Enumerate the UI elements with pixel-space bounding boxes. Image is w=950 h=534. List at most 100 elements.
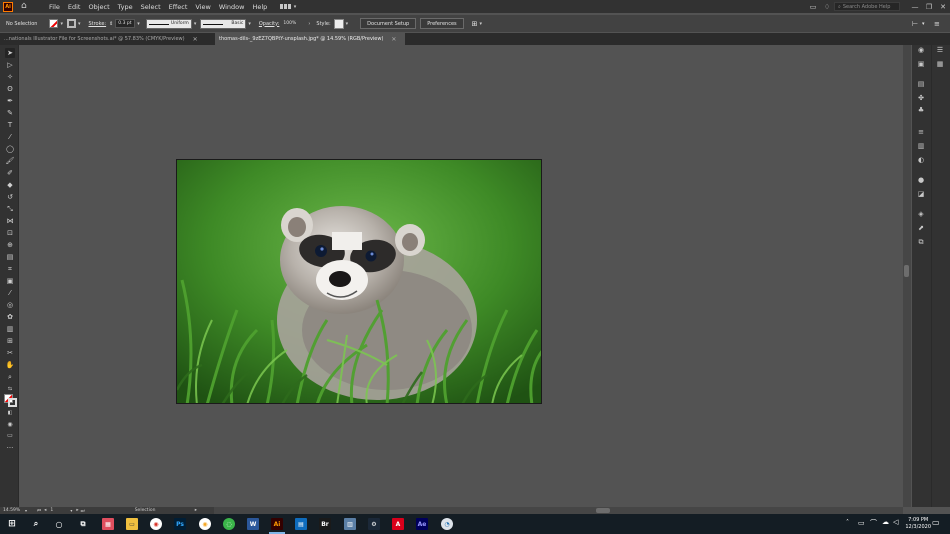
eraser-tool-icon[interactable]: ◆: [5, 180, 15, 190]
chevron-down-icon[interactable]: ▾: [60, 21, 63, 27]
after-effects-icon[interactable]: Ae: [416, 518, 428, 530]
workspace-switcher-icon[interactable]: ▾: [280, 3, 296, 10]
panel-menu-icon[interactable]: ⊢: [912, 20, 918, 28]
chevron-down-icon[interactable]: ▾: [25, 508, 27, 513]
cortana-icon[interactable]: ○: [53, 518, 65, 530]
curvature-tool-icon[interactable]: ✎: [5, 108, 15, 118]
chevron-down-icon[interactable]: ▾: [346, 21, 349, 27]
ellipse-tool-icon[interactable]: ◯: [5, 144, 15, 154]
zoom-tool-icon[interactable]: ⌕: [5, 372, 15, 382]
menu-file[interactable]: File: [49, 3, 60, 11]
cloud-app-icon[interactable]: ◔: [441, 518, 453, 530]
style-swatch[interactable]: [333, 18, 344, 29]
properties-icon[interactable]: ☰: [935, 45, 945, 55]
mesh-tool-icon[interactable]: ⌗: [5, 264, 15, 274]
selection-tool-icon[interactable]: ➤: [5, 48, 15, 58]
align-icon[interactable]: ⊞: [472, 20, 478, 28]
chevron-right-icon[interactable]: ▸: [195, 508, 197, 513]
scale-tool-icon[interactable]: ⤡: [5, 204, 15, 214]
libraries-panel-icon[interactable]: ▣: [916, 59, 926, 69]
artboard-number[interactable]: 1: [50, 508, 70, 513]
chevron-down-icon[interactable]: ▾: [78, 21, 81, 27]
artboards-panel-icon[interactable]: ⧉: [916, 237, 926, 247]
gradient-tool-icon[interactable]: ▣: [5, 276, 15, 286]
arrange-documents-icon[interactable]: ▭: [806, 3, 820, 11]
shape-builder-tool-icon[interactable]: ⊕: [5, 240, 15, 250]
close-icon[interactable]: ✕: [193, 36, 198, 43]
stroke-color-icon[interactable]: [8, 398, 17, 407]
width-tool-icon[interactable]: ⋈: [5, 216, 15, 226]
document-setup-button[interactable]: Document Setup: [360, 18, 417, 29]
rotate-tool-icon[interactable]: ↺: [5, 192, 15, 202]
symbol-sprayer-tool-icon[interactable]: ✿: [5, 312, 15, 322]
next-artboard-icon[interactable]: ▸: [76, 508, 78, 513]
chevron-down-icon[interactable]: ▾: [248, 21, 251, 27]
close-icon[interactable]: ✕: [391, 36, 396, 43]
horizontal-scrollbar[interactable]: [214, 507, 903, 514]
column-graph-tool-icon[interactable]: ▥: [5, 324, 15, 334]
panel-options-icon[interactable]: ≡: [934, 20, 940, 28]
stroke-weight-field[interactable]: 0.3 pt: [115, 19, 136, 28]
opacity-field[interactable]: 100%: [281, 19, 301, 28]
stepper-icon[interactable]: ⇕: [109, 21, 113, 27]
cloud-icon[interactable]: ☁: [882, 518, 889, 526]
magic-wand-tool-icon[interactable]: ✧: [5, 72, 15, 82]
steam-icon[interactable]: ⚙: [368, 518, 380, 530]
draw-mode-icon[interactable]: ◉: [5, 419, 15, 429]
preferences-button[interactable]: Preferences: [420, 18, 464, 29]
show-hidden-icons-icon[interactable]: ˄: [846, 519, 849, 526]
bridge-icon[interactable]: Br: [319, 518, 331, 530]
vertical-scroll-thumb[interactable]: [904, 265, 909, 277]
line-app-icon[interactable]: ◌: [223, 518, 235, 530]
brush-select[interactable]: Basic: [200, 18, 247, 29]
chevron-down-icon[interactable]: ▾: [194, 21, 197, 27]
chevron-right-icon[interactable]: ›: [308, 21, 310, 27]
tab-raccoon-jpg[interactable]: thomas-dils-_9zEZ7QBPtY-unsplash.jpg* @ …: [215, 33, 405, 45]
lasso-tool-icon[interactable]: ʘ: [5, 84, 15, 94]
shaper-tool-icon[interactable]: ✐: [5, 168, 15, 178]
close-icon[interactable]: ✕: [936, 3, 950, 11]
stroke-panel-icon[interactable]: ≡: [916, 127, 926, 137]
monitor-icon[interactable]: ▭: [858, 519, 865, 527]
menu-select[interactable]: Select: [141, 3, 161, 11]
screen-mode-icon[interactable]: ▭: [5, 430, 15, 440]
network-icon[interactable]: ⌒: [870, 518, 877, 528]
search-help-field[interactable]: ⌕ Search Adobe Help: [834, 2, 900, 11]
file-explorer-icon[interactable]: ▭: [126, 518, 138, 530]
calculator-icon[interactable]: ▥: [344, 518, 356, 530]
color-mode-icon[interactable]: ◧: [5, 408, 15, 418]
task-view-icon[interactable]: ⧉: [77, 518, 89, 530]
home-icon[interactable]: ⌂: [21, 2, 31, 11]
gradient-panel-icon[interactable]: ▥: [916, 141, 926, 151]
notifications-icon[interactable]: ▭: [932, 518, 940, 527]
artboard-tool-icon[interactable]: ⊞: [5, 336, 15, 346]
menu-effect[interactable]: Effect: [169, 3, 188, 11]
symbols-panel-icon[interactable]: ♣: [916, 105, 926, 115]
perspective-grid-tool-icon[interactable]: ▤: [5, 252, 15, 262]
illustrator-taskbar-icon[interactable]: Ai: [269, 518, 285, 534]
layers-panel-icon[interactable]: ◈: [916, 209, 926, 219]
paintbrush-tool-icon[interactable]: 🖌: [5, 156, 15, 166]
properties-panel-icon[interactable]: ▤: [916, 79, 926, 89]
pen-tool-icon[interactable]: ✒: [5, 96, 15, 106]
direct-selection-tool-icon[interactable]: ▷: [5, 60, 15, 70]
lightbulb-icon[interactable]: ♢: [820, 3, 834, 11]
word-icon[interactable]: W: [247, 518, 259, 530]
brushes-panel-icon[interactable]: ✤: [916, 93, 926, 103]
zoom-level[interactable]: 14.59%: [3, 508, 25, 513]
chrome-canary-icon[interactable]: ◉: [199, 518, 211, 530]
menu-object[interactable]: Object: [88, 3, 109, 11]
restore-icon[interactable]: ❐: [922, 3, 936, 11]
menu-edit[interactable]: Edit: [68, 3, 81, 11]
acrobat-icon[interactable]: A: [392, 518, 404, 530]
tab-screenshots-ai[interactable]: ...nationals Illustrator File for Screen…: [0, 33, 215, 45]
windows-start-icon[interactable]: ⊞: [6, 518, 18, 530]
horizontal-scroll-thumb[interactable]: [596, 508, 610, 513]
line-tool-icon[interactable]: ⁄: [5, 132, 15, 142]
chrome-icon[interactable]: ◉: [150, 518, 162, 530]
opacity-label[interactable]: Opacity:: [259, 21, 280, 27]
stroke-swatch[interactable]: [66, 19, 76, 28]
stroke-profile-select[interactable]: Uniform: [145, 18, 192, 29]
free-transform-tool-icon[interactable]: ⊡: [5, 228, 15, 238]
swap-fill-stroke-icon[interactable]: ⇆: [5, 384, 15, 394]
